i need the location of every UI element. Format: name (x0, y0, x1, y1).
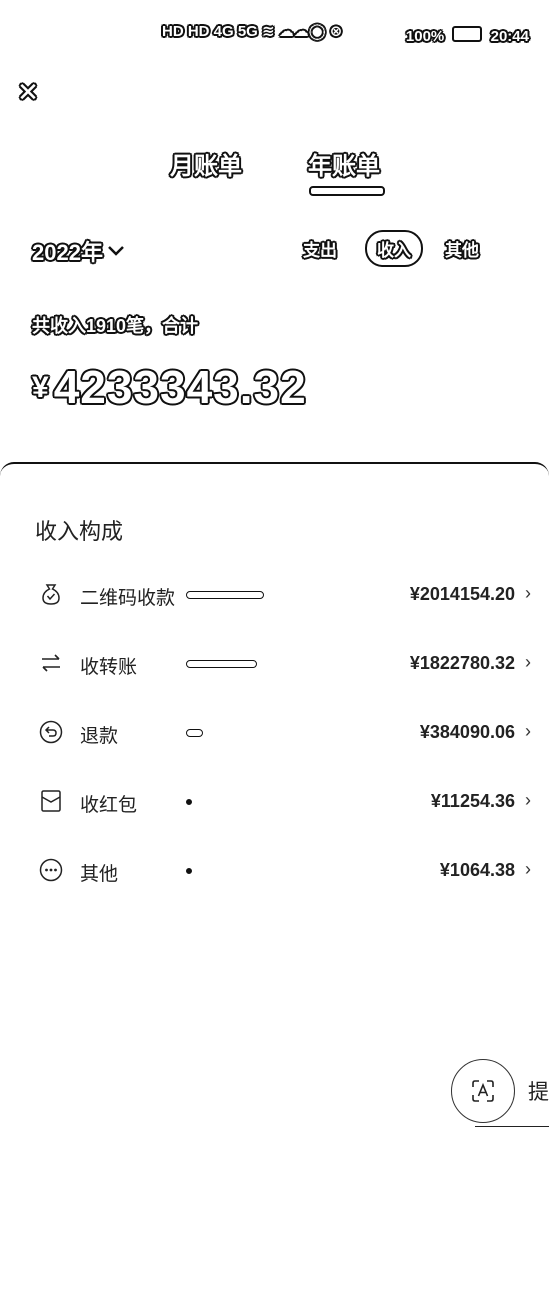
income-row-amount: ¥1822780.32 (409, 653, 515, 673)
income-row-amount: ¥11254.36 (430, 791, 515, 811)
tab-month-bill[interactable]: 月账单 (170, 146, 242, 181)
income-row-label: 收红包 (80, 795, 138, 816)
card-title: 收入构成 (35, 519, 124, 544)
income-row[interactable]: 其他 ¥1064.38 › (0, 851, 549, 891)
tab-year-bill[interactable]: 年账单 (308, 146, 380, 181)
money-bag-icon (42, 584, 60, 605)
filter-other[interactable]: 其他 (445, 236, 479, 261)
chevron-down-icon (108, 246, 124, 256)
status-time: 100% 20:44 (406, 26, 529, 45)
more-icon (39, 858, 63, 882)
income-row-label: 退款 (80, 726, 119, 747)
red-packet-icon (41, 790, 61, 812)
scan-text-icon (472, 1080, 494, 1102)
income-row-amount: ¥1064.38 (439, 860, 515, 880)
share-bar (186, 729, 203, 737)
battery-level: 100% (405, 28, 445, 45)
share-bar (186, 591, 264, 599)
divider (475, 1126, 549, 1127)
status-icons: HD HD 4G 5G ≋ ☁☁◯ ⊗ (162, 23, 343, 40)
share-bar (186, 660, 257, 668)
share-bar (186, 799, 192, 805)
currency-symbol: ¥ (32, 371, 50, 404)
year-value: 2022年 (32, 240, 103, 265)
income-composition-card: 收入构成 二维码收款 ¥2014154.20 › 收转账 ¥1822780.32 › 退款 ¥… (0, 462, 549, 1304)
income-total: ¥4233343.32 (32, 360, 307, 414)
chevron-right-icon: › (525, 859, 531, 879)
fab-label[interactable]: 提 (528, 1076, 549, 1106)
refund-icon (39, 720, 63, 744)
close-icon[interactable]: ✕ (14, 78, 42, 106)
filter-expense[interactable]: 支出 (303, 236, 337, 261)
chevron-right-icon: › (525, 721, 531, 741)
income-row[interactable]: 收转账 ¥1822780.32 › (0, 644, 549, 684)
transfer-icon (42, 654, 60, 672)
share-bar (186, 868, 192, 874)
income-row[interactable]: 收红包 ¥11254.36 › (0, 782, 549, 822)
battery-icon (452, 26, 483, 42)
year-selector[interactable]: 2022年 (32, 235, 125, 267)
income-row-label: 收转账 (80, 657, 138, 678)
active-tab-indicator (309, 186, 385, 196)
total-amount: 4233343.32 (53, 361, 307, 413)
income-row[interactable]: 退款 ¥384090.06 › (0, 713, 549, 753)
income-row-amount: ¥2014154.20 (409, 584, 515, 604)
status-bar: HD HD 4G 5G ≋ ☁☁◯ ⊗ 100% 20:44 (0, 22, 549, 54)
chevron-right-icon: › (525, 583, 531, 603)
income-row[interactable]: 二维码收款 ¥2014154.20 › (0, 575, 549, 615)
income-row-label: 二维码收款 (80, 588, 176, 609)
income-count: 共收入1910笔，合计 (32, 316, 199, 336)
bill-tabs: 月账单 年账单 (0, 146, 549, 196)
scan-text-button[interactable] (451, 1059, 515, 1123)
income-row-label: 其他 (80, 864, 119, 885)
chevron-right-icon: › (525, 652, 531, 672)
filter-income[interactable]: 收入 (365, 230, 423, 267)
income-row-amount: ¥384090.06 (419, 722, 515, 742)
chevron-right-icon: › (525, 790, 531, 810)
clock: 20:44 (490, 28, 529, 45)
